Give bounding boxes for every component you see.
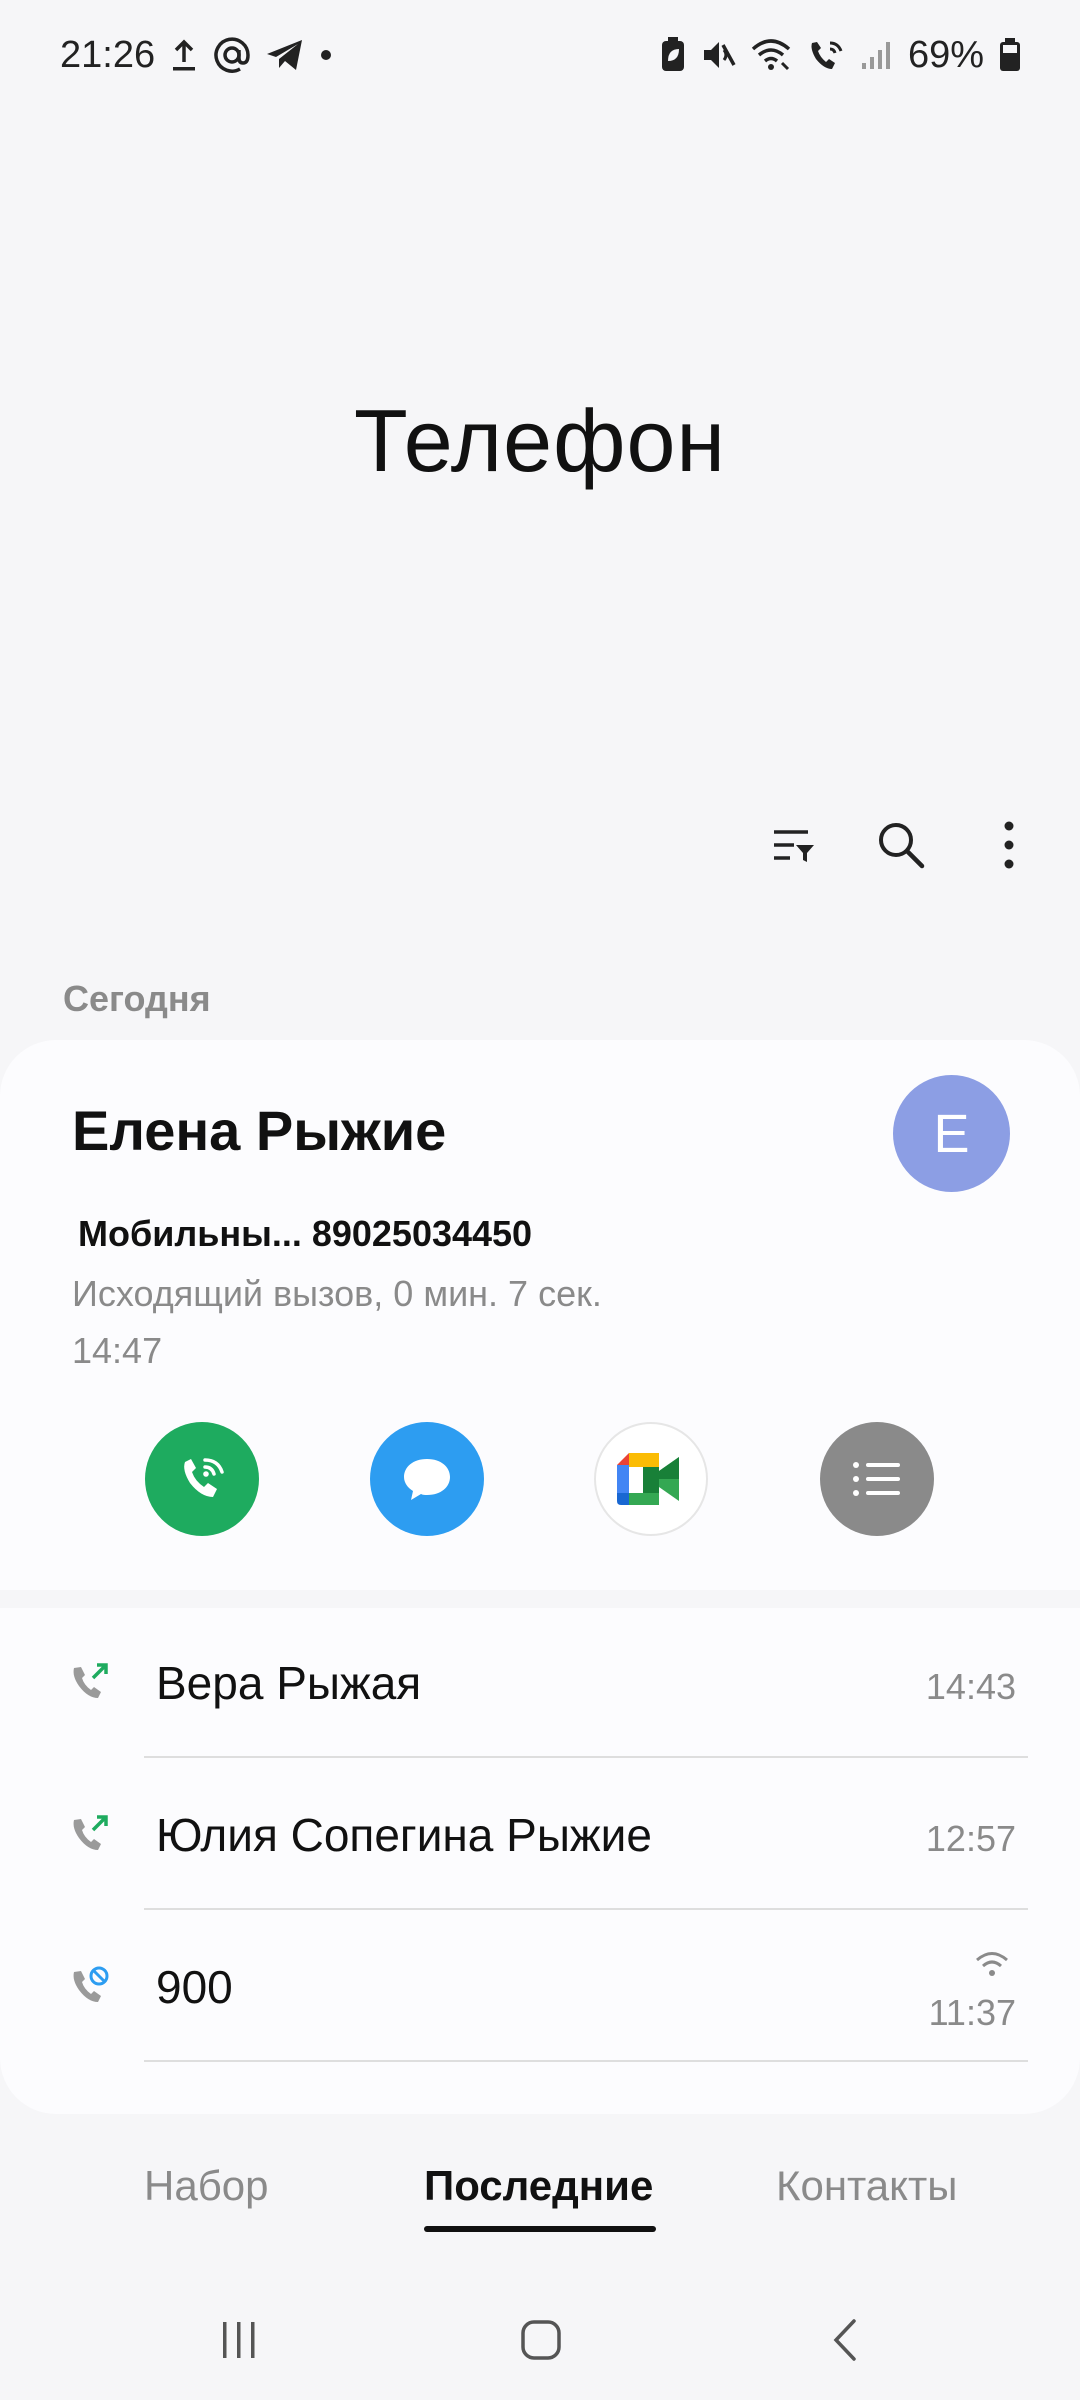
home-button[interactable] (511, 2310, 571, 2370)
recent-apps-icon (223, 2322, 255, 2358)
call-log-row[interactable]: Вера Рыжая 14:43 (0, 1608, 1080, 1758)
call-time: 11:37 (928, 1992, 1016, 2033)
page-title: Телефон (353, 391, 727, 490)
status-time: 21:26 (60, 33, 156, 76)
call-time: 14:47 (72, 1330, 163, 1371)
avatar-letter: Е (933, 1103, 970, 1164)
divider (144, 1908, 1028, 1910)
at-icon (213, 36, 251, 74)
wifi-call-icon (806, 37, 846, 73)
caller-name: Юлия Сопегина Рыжие (156, 1809, 652, 1861)
search-icon (879, 823, 925, 869)
signal-icon (860, 39, 894, 71)
tab-contacts[interactable]: Контакты (776, 2162, 957, 2210)
section-header-today: Сегодня (63, 978, 211, 1019)
message-button[interactable] (370, 1422, 484, 1536)
call-time: 14:43 (925, 1666, 1016, 1707)
caller-name: Вера Рыжая (156, 1657, 422, 1709)
action-buttons (0, 1422, 1080, 1542)
recent-apps-button[interactable] (209, 2310, 269, 2370)
status-right: 69% (660, 34, 1022, 77)
avatar[interactable]: Е (893, 1075, 1010, 1192)
google-meet-icon (617, 1453, 679, 1505)
search-button[interactable] (866, 810, 936, 880)
active-tab-indicator (424, 2226, 656, 2232)
status-left: 21:26 (60, 34, 333, 77)
call-description: Исходящий вызов, 0 мин. 7 сек. (72, 1273, 602, 1314)
call-log-list: Вера Рыжая 14:43 Юлия Сопегина Рыжие 12:… (0, 1608, 1080, 2114)
call-button[interactable] (145, 1422, 259, 1536)
filter-button[interactable] (758, 810, 828, 880)
dot-icon (319, 48, 333, 62)
back-button[interactable] (816, 2310, 876, 2370)
call-log-row[interactable]: Юлия Сопегина Рыжие 12:57 (0, 1760, 1080, 1910)
divider (144, 2060, 1028, 2062)
tab-recent[interactable]: Последние (424, 2162, 653, 2210)
outgoing-call-icon (73, 1663, 108, 1698)
system-nav-bar (0, 2290, 1080, 2390)
filter-icon (774, 830, 814, 862)
blocked-call-icon (73, 1966, 109, 2002)
list-icon (853, 1462, 900, 1496)
phone-app: 21:26 69% Телефон Сегодня Елена Рыжие Е … (0, 0, 1080, 2400)
upload-icon (169, 36, 199, 74)
wifi-call-icon (184, 1458, 224, 1497)
message-icon (404, 1459, 450, 1500)
outgoing-call-icon (73, 1815, 108, 1850)
telegram-icon (265, 37, 305, 73)
mute-icon (700, 37, 736, 73)
divider (144, 1756, 1028, 1758)
wifi-calling-icon (976, 1952, 1008, 1976)
toolbar (758, 810, 1044, 880)
contact-name: Елена Рыжие (72, 1099, 447, 1162)
caller-name: 900 (156, 1961, 233, 2013)
back-icon (833, 2319, 856, 2361)
status-bar: 21:26 69% (0, 0, 1080, 110)
home-icon (521, 2320, 561, 2360)
battery-percent: 69% (907, 33, 984, 76)
video-meet-button[interactable] (594, 1422, 708, 1536)
battery-saver-icon (660, 37, 686, 73)
battery-icon (998, 37, 1022, 73)
more-options-button[interactable] (974, 810, 1044, 880)
more-vert-icon (1004, 821, 1014, 869)
tab-dial[interactable]: Набор (144, 2162, 268, 2210)
phone-number-line: Мобильны... 89025034450 (78, 1213, 533, 1254)
call-time: 12:57 (925, 1818, 1016, 1859)
details-button[interactable] (820, 1422, 934, 1536)
wifi-icon (750, 37, 792, 73)
call-log-row[interactable]: 900 11:37 (0, 1912, 1080, 2062)
